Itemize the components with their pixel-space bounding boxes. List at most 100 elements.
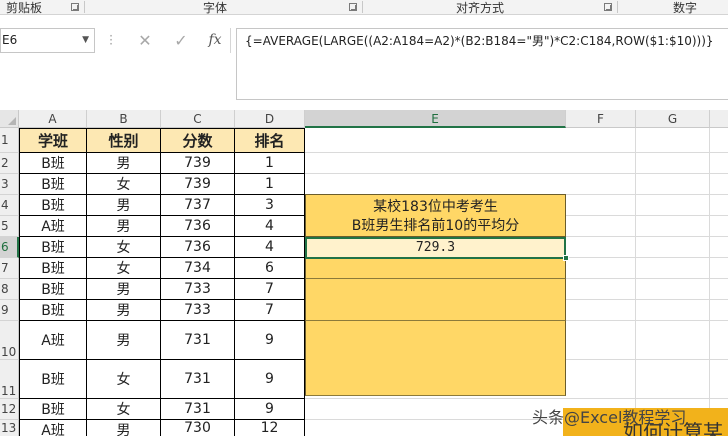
row-header-10[interactable]: 10 bbox=[0, 321, 19, 360]
table-cell[interactable]: 12 bbox=[235, 420, 305, 436]
table-cell[interactable]: B班 bbox=[19, 237, 87, 258]
gridline bbox=[635, 128, 636, 436]
table-cell[interactable]: 730 bbox=[161, 420, 235, 436]
table-cell[interactable]: 737 bbox=[161, 195, 235, 216]
table-cell[interactable]: 731 bbox=[161, 321, 235, 360]
table-cell[interactable]: B班 bbox=[19, 195, 87, 216]
result-title[interactable]: 某校183位中考考生 B班男生排名前10的平均分 bbox=[305, 194, 566, 237]
ribbon-separator bbox=[617, 1, 618, 13]
formula-input[interactable]: {=AVERAGE(LARGE((A2:A184=A2)*(B2:B184="男… bbox=[236, 28, 728, 100]
table-cell[interactable]: 女 bbox=[87, 174, 161, 195]
table-cell[interactable]: 3 bbox=[235, 195, 305, 216]
column-header-b[interactable]: B bbox=[87, 110, 161, 128]
ribbon-group-clipboard[interactable]: 剪贴板 bbox=[6, 0, 42, 16]
row-header-1[interactable]: 1 bbox=[0, 128, 19, 153]
result-empty-cell[interactable] bbox=[305, 321, 566, 396]
table-cell[interactable]: 女 bbox=[87, 258, 161, 279]
table-cell[interactable]: 9 bbox=[235, 360, 305, 399]
table-cell[interactable]: 739 bbox=[161, 153, 235, 174]
table-cell[interactable]: A班 bbox=[19, 216, 87, 237]
table-cell[interactable]: 男 bbox=[87, 153, 161, 174]
row-header-9[interactable]: 9 bbox=[0, 300, 19, 321]
table-cell[interactable]: B班 bbox=[19, 153, 87, 174]
column-header-a[interactable]: A bbox=[19, 110, 87, 128]
table-cell[interactable]: 男 bbox=[87, 279, 161, 300]
table-header-cell[interactable]: 排名 bbox=[235, 128, 305, 153]
row-header-12[interactable]: 12 bbox=[0, 399, 19, 420]
table-header-cell[interactable]: 学班 bbox=[19, 128, 87, 153]
table-cell[interactable]: B班 bbox=[19, 174, 87, 195]
table-cell[interactable]: B班 bbox=[19, 279, 87, 300]
table-cell[interactable]: 男 bbox=[87, 321, 161, 360]
table-cell[interactable]: A班 bbox=[19, 321, 87, 360]
name-box[interactable]: E6 ▼ bbox=[0, 28, 95, 53]
table-cell[interactable]: 男 bbox=[87, 195, 161, 216]
table-cell[interactable]: 4 bbox=[235, 216, 305, 237]
column-header-f[interactable]: F bbox=[566, 110, 636, 128]
table-cell[interactable]: 733 bbox=[161, 279, 235, 300]
table-cell[interactable]: 女 bbox=[87, 237, 161, 258]
table-cell[interactable]: 731 bbox=[161, 360, 235, 399]
table-cell[interactable]: 7 bbox=[235, 300, 305, 321]
gridline bbox=[566, 257, 728, 258]
cancel-icon[interactable]: ✕ bbox=[131, 28, 159, 53]
result-title-line-1: 某校183位中考考生 bbox=[373, 199, 498, 215]
fill-handle[interactable] bbox=[563, 255, 569, 261]
table-cell[interactable]: 1 bbox=[235, 174, 305, 195]
table-cell[interactable]: 男 bbox=[87, 420, 161, 436]
table-cell[interactable]: 6 bbox=[235, 258, 305, 279]
ribbon-group-alignment[interactable]: 对齐方式 bbox=[456, 0, 504, 16]
table-header-cell[interactable]: 分数 bbox=[161, 128, 235, 153]
table-cell[interactable]: 男 bbox=[87, 216, 161, 237]
drag-handle-icon[interactable]: · · · bbox=[106, 30, 116, 50]
table-cell[interactable]: 736 bbox=[161, 237, 235, 258]
gridline bbox=[566, 236, 728, 237]
row-header-8[interactable]: 8 bbox=[0, 279, 19, 300]
table-header-cell[interactable]: 性别 bbox=[87, 128, 161, 153]
table-cell[interactable]: 9 bbox=[235, 399, 305, 420]
table-cell[interactable]: 739 bbox=[161, 174, 235, 195]
result-empty-cell[interactable] bbox=[305, 258, 566, 279]
result-empty-cell[interactable] bbox=[305, 279, 566, 321]
font-launcher-icon[interactable] bbox=[349, 3, 357, 11]
column-header-c[interactable]: C bbox=[161, 110, 235, 128]
table-cell[interactable]: 9 bbox=[235, 321, 305, 360]
insert-function-icon[interactable]: fx bbox=[201, 28, 229, 53]
column-header-d[interactable]: D bbox=[235, 110, 305, 128]
row-header-6[interactable]: 6 bbox=[0, 237, 19, 258]
table-cell[interactable]: 1 bbox=[235, 153, 305, 174]
table-cell[interactable]: 736 bbox=[161, 216, 235, 237]
row-header-7[interactable]: 7 bbox=[0, 258, 19, 279]
column-header-h[interactable] bbox=[710, 110, 728, 128]
table-cell[interactable]: 731 bbox=[161, 399, 235, 420]
select-all-button[interactable] bbox=[0, 110, 19, 128]
ribbon-group-number[interactable]: 数字 bbox=[673, 0, 697, 16]
table-cell[interactable]: B班 bbox=[19, 258, 87, 279]
table-cell[interactable]: 4 bbox=[235, 237, 305, 258]
row-header-2[interactable]: 2 bbox=[0, 153, 19, 174]
table-cell[interactable]: 女 bbox=[87, 360, 161, 399]
active-cell-e6[interactable]: 729.3 bbox=[305, 237, 566, 259]
gridline bbox=[709, 128, 710, 436]
row-header-11[interactable]: 11 bbox=[0, 360, 19, 399]
row-header-13[interactable]: 13 bbox=[0, 420, 19, 436]
table-cell[interactable]: 733 bbox=[161, 300, 235, 321]
chevron-down-icon[interactable]: ▼ bbox=[82, 29, 89, 52]
row-header-5[interactable]: 5 bbox=[0, 216, 19, 237]
column-header-g[interactable]: G bbox=[636, 110, 710, 128]
table-cell[interactable]: 7 bbox=[235, 279, 305, 300]
table-cell[interactable]: A班 bbox=[19, 420, 87, 436]
table-cell[interactable]: B班 bbox=[19, 399, 87, 420]
table-cell[interactable]: 734 bbox=[161, 258, 235, 279]
column-header-e[interactable]: E bbox=[305, 110, 566, 128]
ribbon-group-font[interactable]: 字体 bbox=[203, 0, 227, 16]
table-cell[interactable]: B班 bbox=[19, 360, 87, 399]
table-cell[interactable]: B班 bbox=[19, 300, 87, 321]
row-header-3[interactable]: 3 bbox=[0, 174, 19, 195]
table-cell[interactable]: 女 bbox=[87, 399, 161, 420]
clipboard-launcher-icon[interactable] bbox=[71, 3, 79, 11]
enter-icon[interactable]: ✓ bbox=[167, 28, 195, 53]
alignment-launcher-icon[interactable] bbox=[604, 3, 612, 11]
table-cell[interactable]: 男 bbox=[87, 300, 161, 321]
row-header-4[interactable]: 4 bbox=[0, 195, 19, 216]
